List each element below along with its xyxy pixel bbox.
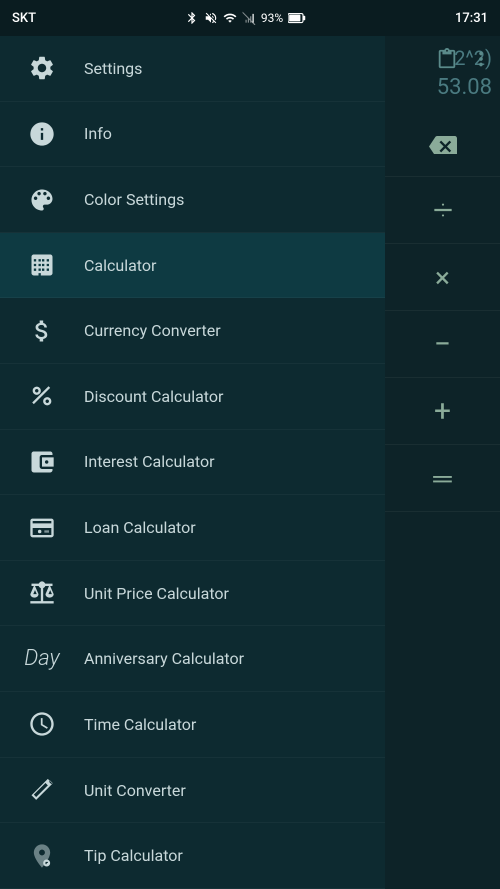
tip-icon — [20, 834, 64, 878]
menu-item-loan-calculator[interactable]: Loan Calculator — [0, 495, 385, 561]
menu-item-interest-calculator[interactable]: Interest Calculator — [0, 430, 385, 496]
clock-icon — [20, 702, 64, 746]
color-settings-label: Color Settings — [84, 190, 184, 209]
divide-button[interactable] — [385, 177, 500, 244]
menu-item-info[interactable]: Info — [0, 102, 385, 168]
clipboard-button[interactable] — [436, 48, 458, 74]
settings-label: Settings — [84, 59, 142, 78]
menu-item-unit-price-calculator[interactable]: Unit Price Calculator — [0, 561, 385, 627]
menu-item-currency-converter[interactable]: Currency Converter — [0, 298, 385, 364]
wifi-icon — [223, 11, 237, 25]
unit-price-calculator-label: Unit Price Calculator — [84, 584, 229, 603]
menu-item-color-settings[interactable]: Color Settings — [0, 167, 385, 233]
battery-icon — [288, 12, 306, 24]
equals-button[interactable]: ═ — [385, 445, 500, 512]
plus-button[interactable]: + — [385, 378, 500, 445]
multiply-button[interactable]: × — [385, 244, 500, 311]
interest-icon — [20, 440, 64, 484]
scale-icon — [20, 571, 64, 615]
interest-calculator-label: Interest Calculator — [84, 452, 215, 471]
battery-percent: 93% — [261, 11, 283, 25]
calc-buttons: × − + ═ — [385, 110, 500, 512]
settings-icon — [20, 46, 64, 90]
loan-icon — [20, 506, 64, 550]
palette-icon — [20, 178, 64, 222]
status-time: 17:31 — [455, 11, 488, 26]
bluetooth-icon — [185, 11, 199, 25]
carrier-label: SKT — [12, 11, 36, 26]
currency-converter-label: Currency Converter — [84, 321, 221, 340]
more-options-button[interactable] — [470, 48, 492, 74]
menu-item-calculator[interactable]: Calculator — [0, 233, 385, 299]
menu-item-anniversary-calculator[interactable]: Day Anniversary Calculator — [0, 626, 385, 692]
backspace-button[interactable] — [385, 110, 500, 177]
tip-calculator-label: Tip Calculator — [84, 846, 183, 865]
menu-item-unit-converter[interactable]: Unit Converter — [0, 758, 385, 824]
minus-button[interactable]: − — [385, 311, 500, 378]
percent-icon — [20, 374, 64, 418]
menu-item-time-calculator[interactable]: Time Calculator — [0, 692, 385, 758]
status-icons: 93% — [185, 11, 306, 25]
ruler-icon — [20, 768, 64, 812]
unit-converter-label: Unit Converter — [84, 781, 186, 800]
dollar-icon — [20, 309, 64, 353]
loan-calculator-label: Loan Calculator — [84, 518, 196, 537]
header-actions — [385, 36, 500, 86]
menu-item-discount-calculator[interactable]: Discount Calculator — [0, 364, 385, 430]
anniversary-calculator-label: Anniversary Calculator — [84, 649, 244, 668]
menu-item-settings[interactable]: Settings — [0, 36, 385, 102]
calculator-icon — [20, 243, 64, 287]
time-calculator-label: Time Calculator — [84, 715, 196, 734]
status-bar: SKT 93% 17:31 — [0, 0, 500, 36]
navigation-drawer: Settings Info Color Settings Calculator … — [0, 36, 385, 889]
signal-icon — [242, 11, 256, 25]
mute-icon — [204, 11, 218, 25]
calculator-background: 2^2) 53.08 × − + ═ — [385, 36, 500, 889]
info-label: Info — [84, 124, 112, 143]
menu-item-tip-calculator[interactable]: Tip Calculator — [0, 823, 385, 889]
calculator-label: Calculator — [84, 256, 156, 275]
discount-calculator-label: Discount Calculator — [84, 387, 223, 406]
day-icon: Day — [20, 637, 64, 681]
info-icon — [20, 112, 64, 156]
